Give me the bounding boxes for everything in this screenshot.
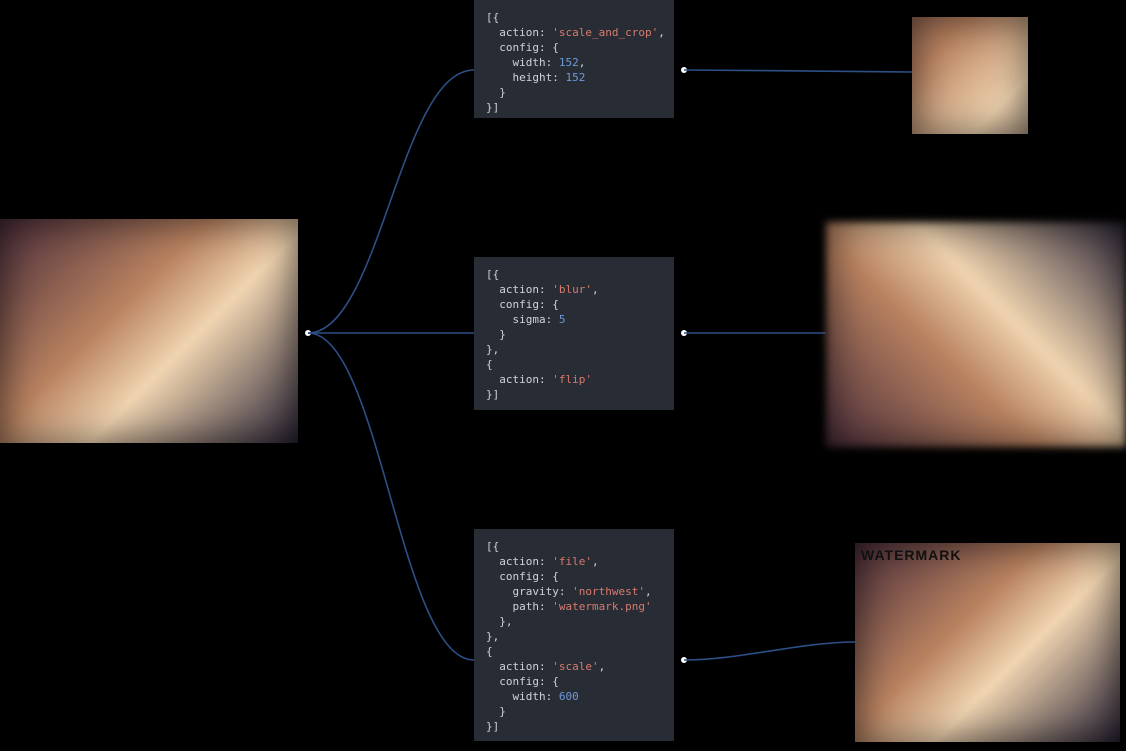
- code-out-dot-1: [681, 330, 687, 336]
- code-token: 'flip': [552, 373, 592, 386]
- output-image-blur_flip: [826, 222, 1126, 447]
- code-token: 'northwest': [572, 585, 645, 598]
- code-token: config: {: [486, 41, 559, 54]
- code-token: path:: [486, 600, 552, 613]
- code-token: config: {: [486, 298, 559, 311]
- code-token: action:: [486, 373, 552, 386]
- wire-in-2: [308, 333, 474, 660]
- code-out-dot-0: [681, 67, 687, 73]
- wire-out-2: [684, 642, 855, 660]
- watermark-label: WATERMARK: [861, 547, 962, 563]
- code-token: config: {: [486, 570, 559, 583]
- code-token: action:: [486, 555, 552, 568]
- code-token: 5: [559, 313, 566, 326]
- code-token: },: [486, 343, 499, 356]
- output-image-scale_and_crop: [912, 17, 1028, 134]
- source-image: [0, 219, 298, 443]
- code-token: 'blur': [552, 283, 592, 296]
- code-token: [{: [486, 11, 499, 24]
- code-block-blur_flip: [{ action: 'blur', config: { sigma: 5 } …: [474, 257, 674, 410]
- code-out-dot-2: [681, 657, 687, 663]
- code-token: width:: [486, 56, 559, 69]
- code-token: config: {: [486, 675, 559, 688]
- code-token: ,: [599, 660, 606, 673]
- code-token: action:: [486, 283, 552, 296]
- code-token: ,: [579, 56, 586, 69]
- code-token: ,: [645, 585, 652, 598]
- code-token: ,: [592, 283, 599, 296]
- code-token: action:: [486, 660, 552, 673]
- code-token: }]: [486, 720, 499, 733]
- code-token: [{: [486, 540, 499, 553]
- code-token: },: [486, 615, 513, 628]
- code-token: sigma:: [486, 313, 559, 326]
- source-out-dot: [305, 330, 311, 336]
- output-image-file_scale: [855, 543, 1120, 742]
- code-token: }: [486, 705, 506, 718]
- wire-out-0: [684, 70, 912, 72]
- code-token: {: [486, 645, 493, 658]
- code-token: 152: [565, 71, 585, 84]
- code-token: }: [486, 328, 506, 341]
- code-token: }]: [486, 388, 499, 401]
- code-token: },: [486, 630, 499, 643]
- code-block-scale_and_crop: [{ action: 'scale_and_crop', config: { w…: [474, 0, 674, 118]
- code-token: width:: [486, 690, 559, 703]
- code-token: }: [486, 86, 506, 99]
- code-token: 'scale': [552, 660, 598, 673]
- code-token: 'watermark.png': [552, 600, 651, 613]
- code-block-file_scale: [{ action: 'file', config: { gravity: 'n…: [474, 529, 674, 741]
- code-token: 152: [559, 56, 579, 69]
- code-token: ,: [658, 26, 665, 39]
- code-token: action:: [486, 26, 552, 39]
- code-token: }]: [486, 101, 499, 114]
- code-token: {: [486, 358, 493, 371]
- code-token: 600: [559, 690, 579, 703]
- code-token: height:: [486, 71, 565, 84]
- wire-in-0: [308, 70, 474, 333]
- code-token: 'scale_and_crop': [552, 26, 658, 39]
- code-token: [{: [486, 268, 499, 281]
- code-token: 'file': [552, 555, 592, 568]
- code-token: gravity:: [486, 585, 572, 598]
- code-token: ,: [592, 555, 599, 568]
